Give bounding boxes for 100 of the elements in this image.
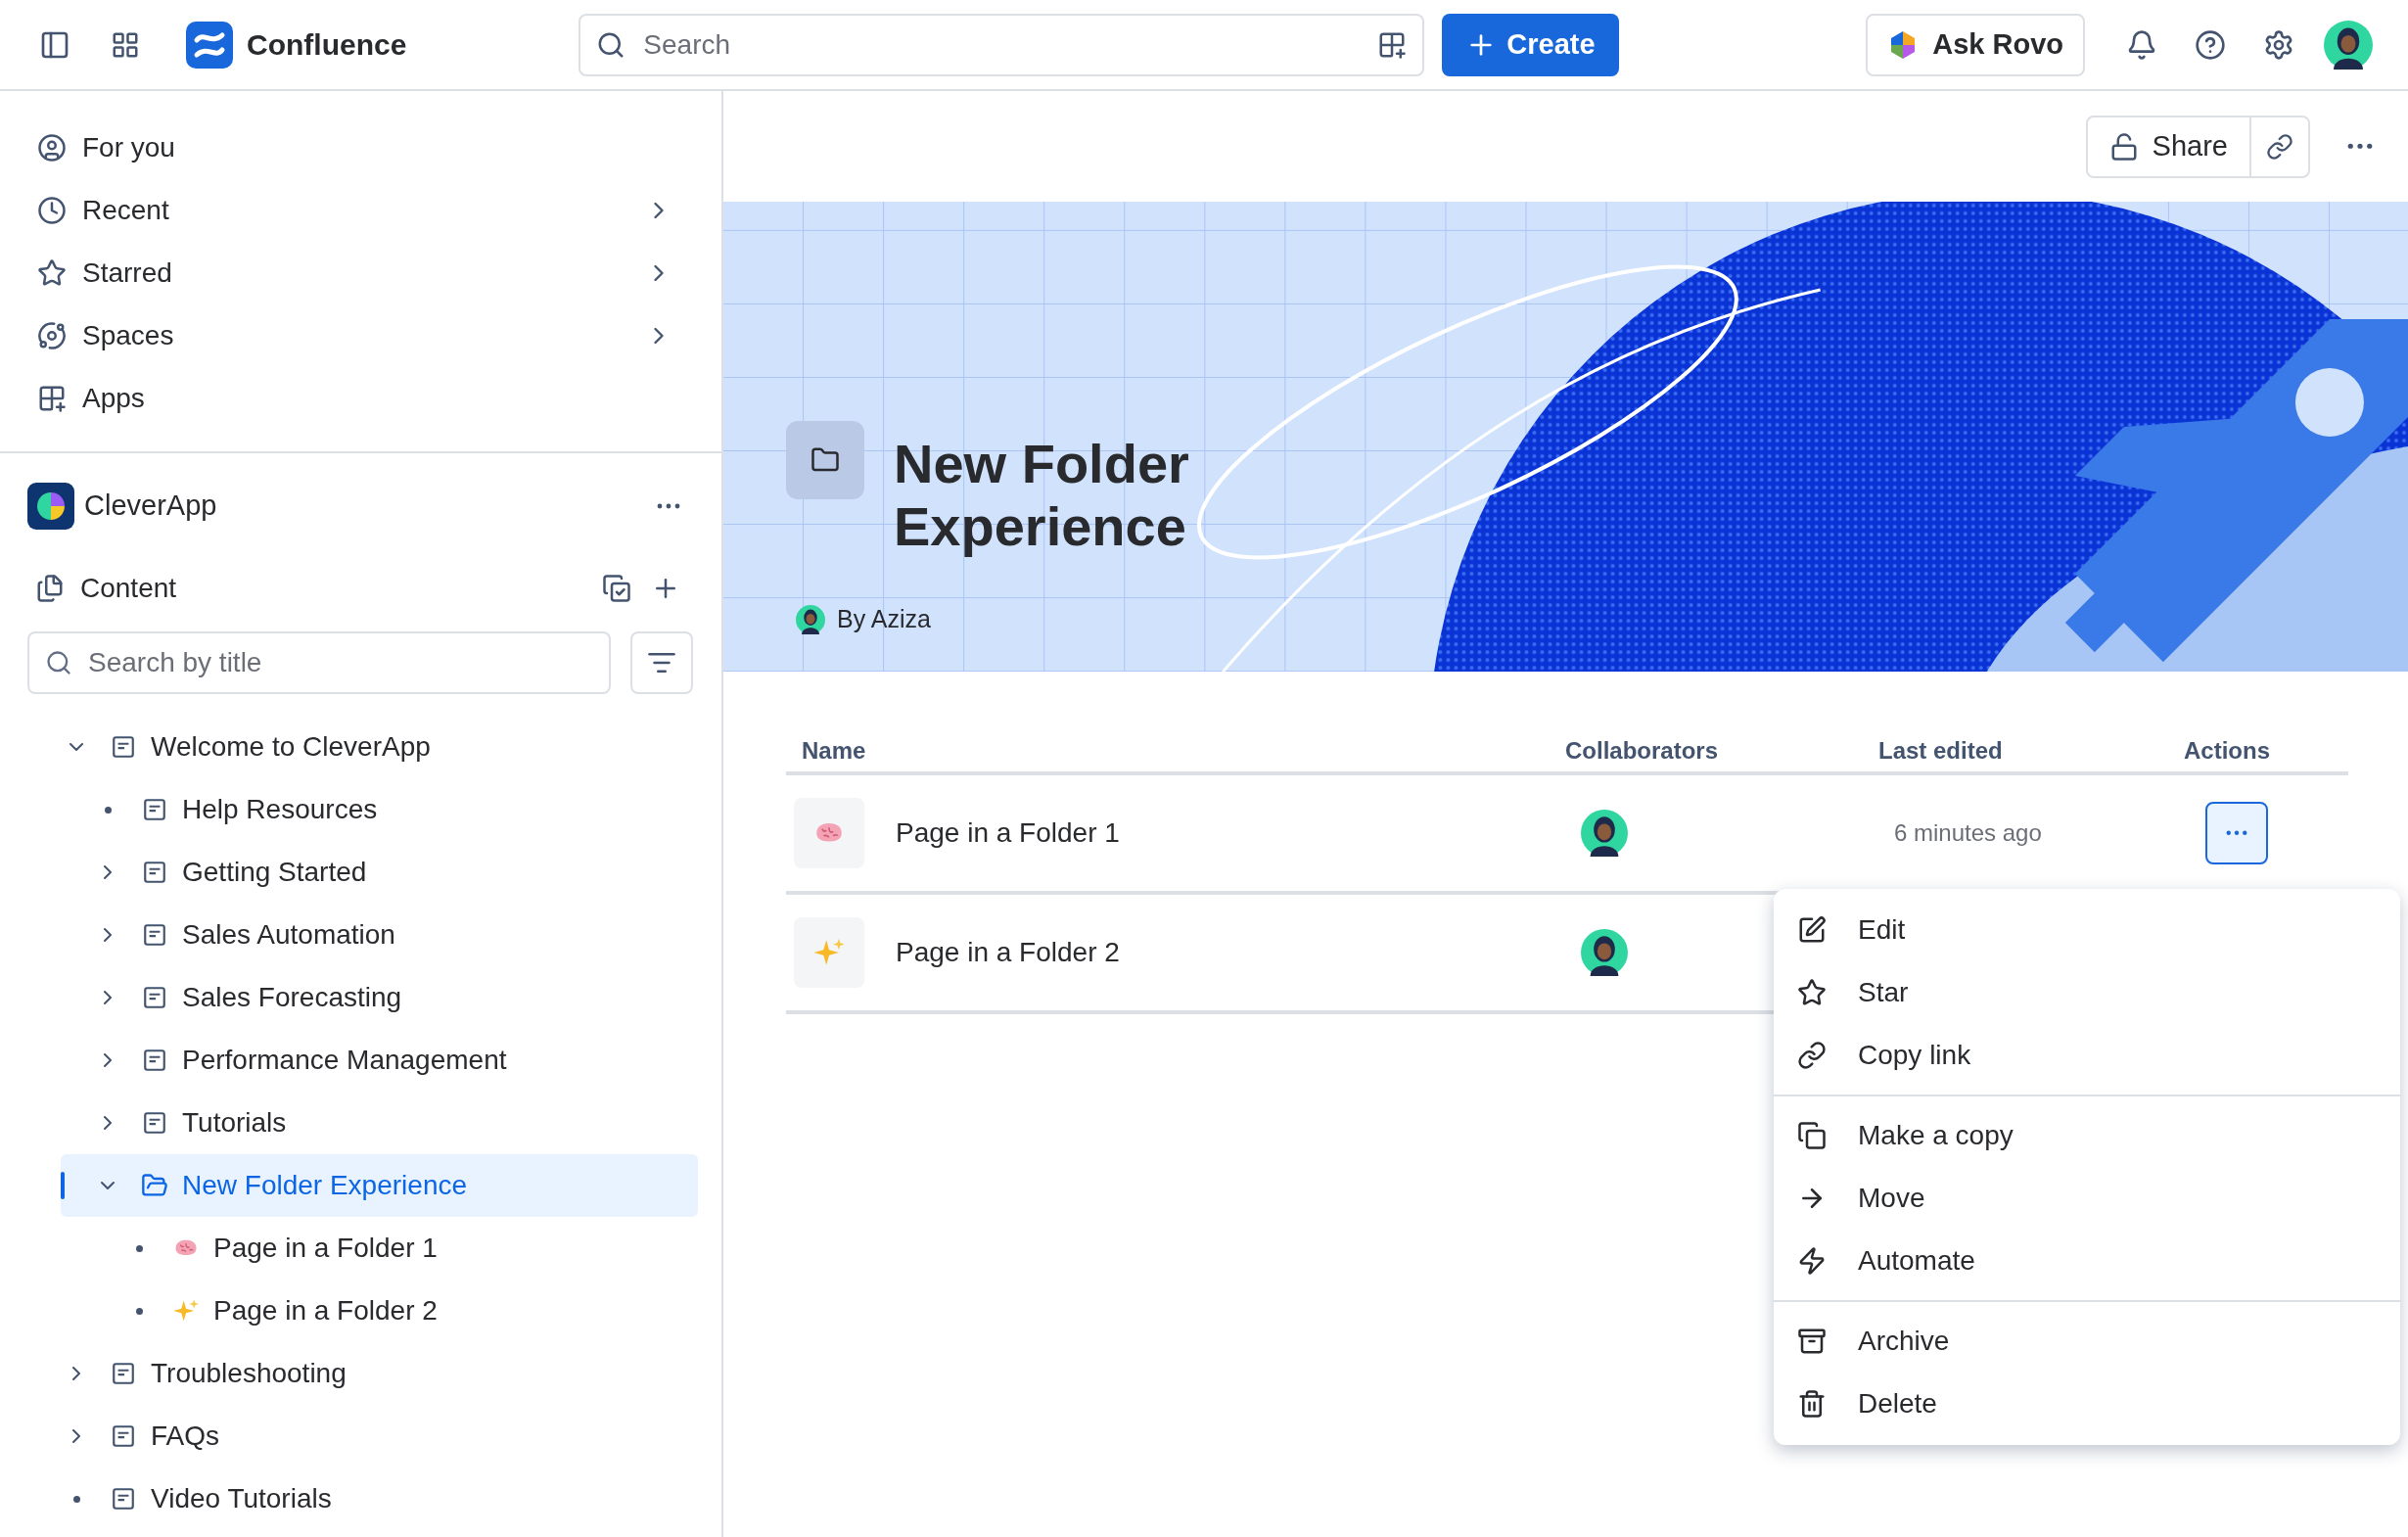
title-search-field[interactable]: Search by title — [27, 631, 611, 694]
menu-item-label: Make a copy — [1858, 1119, 2014, 1152]
page-icon — [111, 1423, 136, 1449]
more-icon — [2347, 143, 2373, 150]
ask-rovo-button[interactable]: Ask Rovo — [1866, 13, 2085, 76]
orbit-icon — [37, 321, 67, 350]
tree-item[interactable]: Sales Forecasting — [61, 966, 698, 1029]
menu-item[interactable]: Delete — [1774, 1373, 2400, 1435]
create-button[interactable]: Create — [1442, 13, 1619, 76]
tree-item[interactable]: Video Tutorials — [61, 1467, 698, 1530]
edit-icon — [1797, 915, 1827, 945]
space-logo — [27, 483, 74, 530]
bullet-icon — [72, 1495, 80, 1503]
content-icon — [35, 574, 65, 603]
page-icon — [142, 985, 167, 1010]
nav-item-label: Recent — [82, 194, 170, 227]
copy-icon — [1797, 1121, 1827, 1150]
nav-item[interactable]: Apps — [23, 367, 698, 430]
apps-icon — [37, 384, 67, 413]
more-button[interactable] — [657, 503, 680, 509]
nav-item[interactable]: Starred — [23, 242, 698, 304]
tree-item-label: FAQs — [151, 1420, 219, 1453]
menu-item[interactable]: Copy link — [1774, 1024, 2400, 1087]
menu-item[interactable]: Archive — [1774, 1310, 2400, 1373]
section-title: Content — [80, 572, 178, 605]
byline: By Aziza — [837, 604, 931, 634]
nav-item[interactable]: Recent — [23, 179, 698, 242]
nav-item-label: Apps — [82, 382, 146, 415]
search-field[interactable]: Search — [579, 13, 1425, 76]
tree-item[interactable]: Help Resources — [61, 778, 698, 841]
column-header: Name — [802, 736, 867, 766]
nav-item[interactable]: For you — [23, 116, 698, 179]
tree-item-label: Video Tutorials — [151, 1482, 332, 1515]
page-icon — [142, 922, 167, 948]
page-icon — [111, 1486, 136, 1512]
link-icon — [1797, 1041, 1827, 1070]
nav-item-label: Spaces — [82, 319, 175, 352]
page-icon — [111, 1361, 136, 1386]
tree-item[interactable]: Troubleshooting — [61, 1342, 698, 1405]
menu-item-label: Star — [1858, 976, 1909, 1009]
menu-item-label: Move — [1858, 1182, 1925, 1215]
tree-item[interactable]: New Folder Experience — [61, 1154, 698, 1217]
menu-item[interactable]: Make a copy — [1774, 1104, 2400, 1167]
tree-item-label: Sales Forecasting — [182, 981, 402, 1014]
actions-button[interactable] — [2205, 802, 2268, 864]
selection-indicator — [61, 1172, 65, 1199]
column-header: Collaborators — [1565, 736, 1720, 766]
more-button[interactable] — [2347, 143, 2373, 150]
tree-item[interactable]: Page in a Folder 2 — [61, 1280, 698, 1342]
avatar — [1581, 810, 1628, 857]
confluence-logo — [186, 21, 233, 69]
tree-item[interactable]: Getting Started — [61, 841, 698, 904]
star-icon — [1797, 978, 1827, 1007]
nav-item-label: For you — [82, 131, 176, 164]
star-icon — [37, 258, 67, 288]
link-icon — [2266, 132, 2293, 161]
tree-item-label: Sales Automation — [182, 918, 395, 952]
user-icon — [37, 133, 67, 163]
product-name: Confluence — [247, 27, 407, 63]
tree-item[interactable]: Page in a Folder 1 — [61, 1217, 698, 1280]
tree-item[interactable]: Sales Automation — [61, 904, 698, 966]
page-name: Page in a Folder 2 — [896, 936, 1121, 969]
column-header: Last edited — [1878, 736, 2004, 766]
bullet-icon — [104, 806, 112, 814]
menu-item[interactable]: Move — [1774, 1167, 2400, 1230]
avatar — [796, 604, 825, 634]
tree-item[interactable]: Welcome to CleverApp — [61, 716, 698, 778]
menu-item[interactable]: Automate — [1774, 1230, 2400, 1292]
tree-item-label: Help Resources — [182, 793, 378, 826]
tree-item-label: Tutorials — [182, 1106, 287, 1140]
page-icon — [111, 734, 136, 760]
menu-item-label: Delete — [1858, 1387, 1937, 1421]
clock-icon — [37, 196, 67, 225]
tree-item-label: Troubleshooting — [151, 1357, 347, 1390]
column-header: Actions — [2184, 736, 2271, 766]
select-pages-button[interactable] — [602, 574, 631, 603]
nav-item-label: Starred — [82, 256, 173, 290]
page-title: New Folder Experience — [894, 433, 1190, 558]
page-icon — [142, 1110, 167, 1136]
filter-button[interactable] — [630, 631, 693, 694]
tree-item[interactable]: Performance Management — [61, 1029, 698, 1092]
tree-item-label: Page in a Folder 2 — [213, 1294, 438, 1327]
page-icon — [142, 860, 167, 885]
share-button[interactable]: Share — [2087, 116, 2249, 176]
bullet-icon — [135, 1244, 143, 1252]
nav-item[interactable]: Spaces — [23, 304, 698, 367]
tree-item-label: Performance Management — [182, 1044, 507, 1077]
search-icon — [45, 649, 72, 676]
avatar — [2324, 20, 2373, 70]
tree-item-label: Page in a Folder 1 — [213, 1232, 438, 1265]
menu-item-label: Edit — [1858, 913, 1906, 947]
tree-item[interactable]: Tutorials — [61, 1092, 698, 1154]
lightning-icon — [1797, 1246, 1827, 1276]
page-name: Page in a Folder 1 — [896, 816, 1121, 850]
bullet-icon — [135, 1307, 143, 1315]
menu-item-label: Automate — [1858, 1244, 1975, 1278]
last-edited: 6 minutes ago — [1894, 819, 2042, 846]
tree-item[interactable]: FAQs — [61, 1405, 698, 1467]
archive-icon — [1797, 1327, 1827, 1356]
more-icon — [2226, 830, 2247, 836]
